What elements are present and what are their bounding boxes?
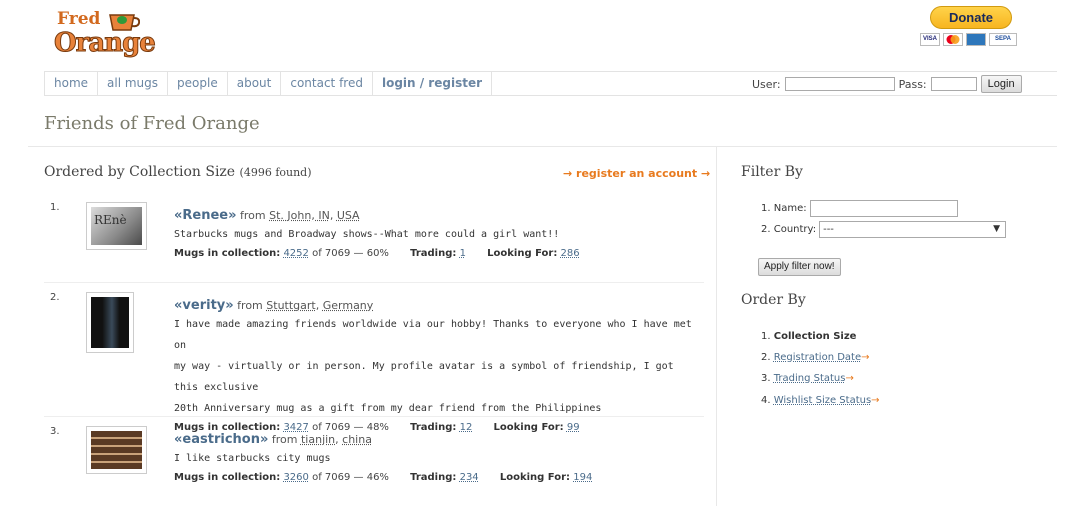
arrow-right-icon: → [845,373,854,384]
arrow-right-icon: → [871,395,880,406]
login-form: User: Pass: Login [752,75,1022,93]
order-wishlist-size-link[interactable]: Wishlist Size Status [774,395,871,406]
username-link[interactable]: «eastrichon» [174,432,268,447]
entry-stats: Mugs in collection: 3260 of 7069 — 46% T… [174,472,593,483]
order-item: 3. Trading Status→ [761,373,854,384]
nav-all-mugs[interactable]: all mugs [98,72,169,96]
avatar-image [91,297,129,348]
country-select[interactable]: --- ▼ [819,221,1007,238]
donate-button[interactable]: Donate [930,6,1012,29]
entry-description: Starbucks mugs and Broadway shows--What … [174,229,560,240]
entry-body: «eastrichon» from tianjin, china I like … [174,432,694,487]
visa-card-icon: VISA [920,33,940,46]
register-link[interactable]: → register an account → [563,167,710,180]
main-nav: home all mugs people about contact fred … [44,72,493,96]
logo-word-orange: Orange [54,28,157,59]
username-link[interactable]: «verity» [174,298,234,313]
user-label: User: [752,77,781,91]
sepa-icon: SEPA [989,33,1017,46]
trading-count-link[interactable]: 234 [460,472,479,483]
entry-body: «Renee» from St. John, IN, USA Starbucks… [174,208,694,263]
nav-login-register[interactable]: login / register [373,72,493,96]
payment-cards: VISA SEPA [920,33,1017,46]
from-label: from [271,433,298,446]
pass-input[interactable] [930,77,977,91]
mastercard-icon [943,33,963,46]
city-link[interactable]: St. John, IN [269,209,330,222]
pass-label: Pass: [898,77,927,91]
divider [28,146,1057,147]
filter-name-row: 1. Name: [761,200,958,217]
country-link[interactable]: china [342,433,372,446]
city-link[interactable]: tianjin [301,433,335,446]
arrow-right-icon: → [861,352,870,363]
list-heading-text: Ordered by Collection Size [44,164,236,180]
order-item: 1. Collection Size [761,331,857,342]
order-item: 2. Registration Date→ [761,352,870,363]
column-divider [716,147,717,506]
list-item: 1. REnè «Renee» from St. John, IN, USA S… [44,202,704,282]
from-label: from [240,209,266,222]
nav-about[interactable]: about [228,72,282,96]
list-item: 2. «verity» from Stuttgart, Germany I ha… [44,292,704,433]
filter-name-label: 1. Name: [761,203,807,214]
filter-country-row: 2. Country: --- ▼ [761,221,1007,238]
entry-number: 2. [50,292,60,303]
nav-people[interactable]: people [168,72,228,96]
filter-heading: Filter By [741,164,803,180]
order-trading-status-link[interactable]: Trading Status [774,373,846,384]
found-count: (4996 found) [239,166,312,179]
avatar[interactable] [86,426,147,474]
logo-word-fred: Fred [57,9,101,29]
nav-contact-fred[interactable]: contact fred [281,72,373,96]
trading-count-link[interactable]: 1 [460,248,466,259]
collection-count-link[interactable]: 3260 [283,472,308,483]
country-link[interactable]: USA [337,209,360,222]
fred-orange-logo[interactable]: Fred Orange [54,9,157,61]
row-divider [44,282,704,283]
city-link[interactable]: Stuttgart [266,299,315,312]
order-item: 4. Wishlist Size Status→ [761,395,880,406]
nav-home[interactable]: home [45,72,99,96]
entry-stats: Mugs in collection: 4252 of 7069 — 60% T… [174,248,580,259]
apply-filter-button[interactable]: Apply filter now! [758,258,841,276]
filter-name-input[interactable] [809,200,958,217]
username-link[interactable]: «Renee» [174,208,237,223]
list-heading: Ordered by Collection Size (4996 found) [44,164,312,180]
user-input[interactable] [784,77,895,91]
chevron-down-icon: ▼ [993,224,1001,234]
page-title: Friends of Fred Orange [44,113,260,134]
from-label: from [237,299,263,312]
looking-count-link[interactable]: 286 [561,248,580,259]
looking-count-link[interactable]: 194 [573,472,592,483]
avatar[interactable]: REnè [86,202,147,250]
order-collection-size: Collection Size [773,331,857,342]
entry-description: I like starbucks city mugs [174,453,331,464]
collection-count-link[interactable]: 4252 [283,248,308,259]
list-item: 3. «eastrichon» from tianjin, china I li… [44,426,704,506]
order-registration-date-link[interactable]: Registration Date [774,352,861,363]
avatar-image: REnè [91,207,142,245]
entry-description: I have made amazing friends worldwide vi… [174,319,692,414]
entry-number: 1. [50,202,60,213]
entry-number: 3. [50,426,60,437]
order-heading: Order By [741,292,806,308]
filter-country-label: 2. Country: [761,224,817,235]
amex-card-icon [966,33,986,46]
country-link[interactable]: Germany [323,299,374,312]
avatar-image [91,431,142,469]
row-divider [44,416,704,417]
login-button[interactable]: Login [980,75,1022,93]
avatar[interactable] [86,292,134,353]
